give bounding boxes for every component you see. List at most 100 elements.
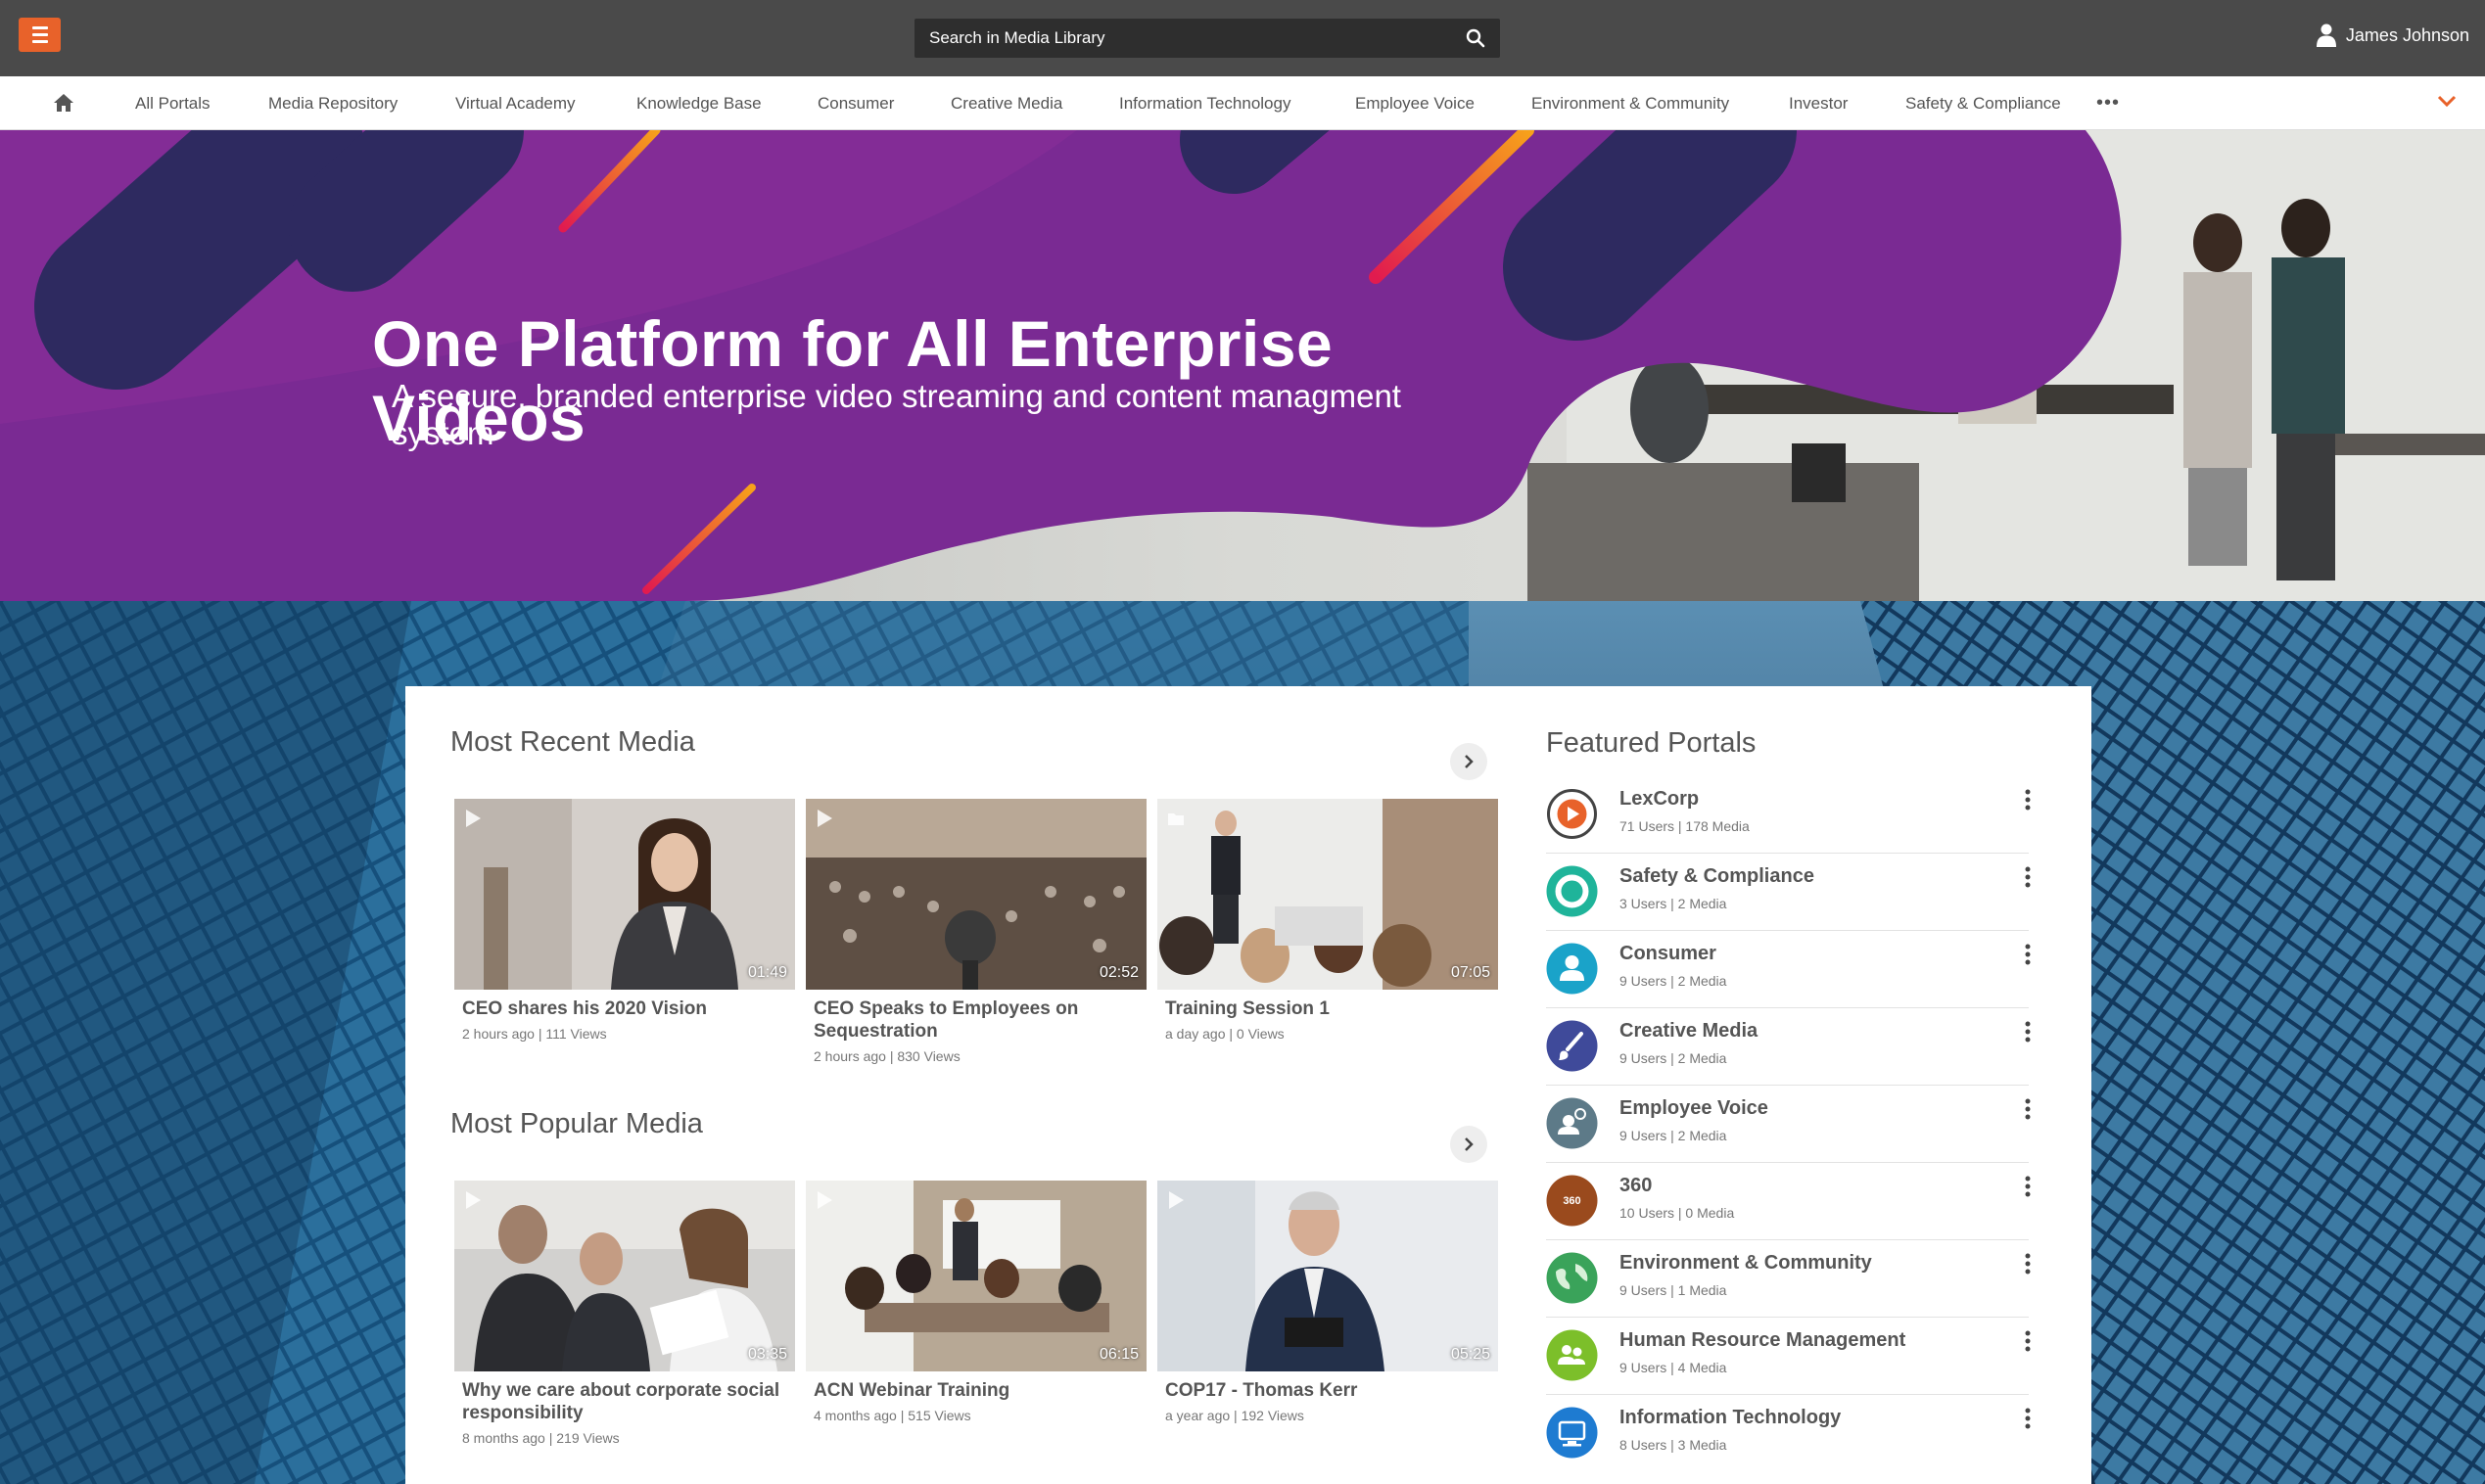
play-icon xyxy=(466,1191,481,1209)
media-card[interactable]: 03:35 Why we care about corporate social… xyxy=(454,1181,795,1446)
portal-item[interactable]: Safety & Compliance 3 Users | 2 Media xyxy=(1546,854,2032,931)
nav-item-all-portals[interactable]: All Portals xyxy=(135,76,211,130)
nav-item-media-repository[interactable]: Media Repository xyxy=(268,76,398,130)
nav-item-employee-voice[interactable]: Employee Voice xyxy=(1355,76,1475,130)
portal-name[interactable]: LexCorp xyxy=(1619,788,1699,811)
people-icon xyxy=(1546,1329,1598,1381)
media-thumbnail[interactable]: 02:52 xyxy=(806,799,1147,990)
media-title[interactable]: Why we care about corporate social respo… xyxy=(462,1379,787,1424)
user-menu[interactable]: James Johnson xyxy=(2316,23,2469,47)
media-title[interactable]: COP17 - Thomas Kerr xyxy=(1165,1379,1490,1402)
nav-item-creative-media[interactable]: Creative Media xyxy=(951,76,1062,130)
media-card[interactable]: 01:49 CEO shares his 2020 Vision 2 hours… xyxy=(454,799,795,1042)
more-vertical-icon[interactable] xyxy=(2024,1020,2032,1043)
portal-name[interactable]: Information Technology xyxy=(1619,1407,1841,1429)
hamburger-menu-button[interactable] xyxy=(19,18,61,52)
nav-item-safety-compliance[interactable]: Safety & Compliance xyxy=(1905,76,2061,130)
chevron-down-icon[interactable] xyxy=(2436,92,2458,110)
play-icon xyxy=(818,810,832,827)
media-title[interactable]: Training Session 1 xyxy=(1165,997,1490,1020)
portal-item[interactable]: Consumer 9 Users | 2 Media xyxy=(1546,931,2032,1008)
360-label: 360 xyxy=(1563,1195,1580,1207)
hero-banner: One Platform for All Enterprise Videos A… xyxy=(0,130,2485,601)
play-icon xyxy=(466,810,481,827)
more-vertical-icon[interactable] xyxy=(2024,788,2032,812)
media-thumbnail[interactable]: 03:35 xyxy=(454,1181,795,1371)
media-card[interactable]: 06:15 ACN Webinar Training 4 months ago … xyxy=(806,1181,1147,1423)
lexcorp-logo-icon xyxy=(1547,789,1597,839)
thumbnail-image xyxy=(806,799,1147,990)
most-recent-next-button[interactable] xyxy=(1450,743,1487,780)
portal-name[interactable]: 360 xyxy=(1619,1175,1652,1197)
search-input[interactable] xyxy=(914,19,1500,58)
media-meta: 2 hours ago | 111 Views xyxy=(462,1026,607,1042)
media-meta: a year ago | 192 Views xyxy=(1165,1408,1304,1423)
globe-icon xyxy=(1546,1252,1598,1304)
more-vertical-icon[interactable] xyxy=(2024,1175,2032,1198)
more-vertical-icon[interactable] xyxy=(2024,1329,2032,1353)
media-thumbnail[interactable]: 01:49 xyxy=(454,799,795,990)
media-thumbnail[interactable]: 05:25 xyxy=(1157,1181,1498,1371)
computer-icon xyxy=(1546,1407,1598,1459)
media-meta: a day ago | 0 Views xyxy=(1165,1026,1285,1042)
hero-subtitle: A secure, branded enterprise video strea… xyxy=(392,378,1401,451)
portal-meta: 9 Users | 2 Media xyxy=(1619,1128,1727,1143)
portal-name[interactable]: Environment & Community xyxy=(1619,1252,1872,1275)
nav-item-virtual-academy[interactable]: Virtual Academy xyxy=(455,76,576,130)
portal-name[interactable]: Employee Voice xyxy=(1619,1097,1768,1120)
employee-voice-icon xyxy=(1546,1097,1598,1149)
chevron-right-icon xyxy=(1465,1137,1474,1151)
portal-name[interactable]: Human Resource Management xyxy=(1619,1329,1905,1352)
main-panel: Most Recent Media 01:49 CEO shares his 2… xyxy=(405,686,2091,1484)
nav-item-knowledge-base[interactable]: Knowledge Base xyxy=(636,76,762,130)
nav-item-investor[interactable]: Investor xyxy=(1789,76,1848,130)
portal-meta: 10 Users | 0 Media xyxy=(1619,1205,1735,1221)
portal-meta: 8 Users | 3 Media xyxy=(1619,1437,1727,1453)
portal-name[interactable]: Consumer xyxy=(1619,943,1716,965)
more-vertical-icon[interactable] xyxy=(2024,943,2032,966)
search-box xyxy=(914,19,1500,58)
media-card[interactable]: 02:52 CEO Speaks to Employees on Sequest… xyxy=(806,799,1147,1064)
portal-item[interactable]: Employee Voice 9 Users | 2 Media xyxy=(1546,1086,2032,1163)
portal-meta: 9 Users | 2 Media xyxy=(1619,973,1727,989)
portal-item[interactable]: 360 360 10 Users | 0 Media xyxy=(1546,1163,2032,1240)
media-card[interactable]: 05:25 COP17 - Thomas Kerr a year ago | 1… xyxy=(1157,1181,1498,1423)
more-vertical-icon[interactable] xyxy=(2024,1252,2032,1275)
nav-item-consumer[interactable]: Consumer xyxy=(818,76,894,130)
nav-item-information-technology[interactable]: Information Technology xyxy=(1119,76,1290,130)
portal-item[interactable]: Environment & Community 9 Users | 1 Medi… xyxy=(1546,1240,2032,1318)
portal-name[interactable]: Creative Media xyxy=(1619,1020,1758,1043)
thumbnail-image xyxy=(454,799,795,990)
more-vertical-icon[interactable] xyxy=(2024,1097,2032,1121)
home-icon[interactable] xyxy=(53,93,74,113)
portal-item[interactable]: Creative Media 9 Users | 2 Media xyxy=(1546,1008,2032,1086)
lifebuoy-icon xyxy=(1546,865,1598,917)
more-vertical-icon[interactable] xyxy=(2024,1407,2032,1430)
thumbnail-image xyxy=(1157,1181,1498,1371)
media-card[interactable]: 07:05 Training Session 1 a day ago | 0 V… xyxy=(1157,799,1498,1042)
portal-meta: 9 Users | 4 Media xyxy=(1619,1360,1727,1375)
media-thumbnail[interactable]: 07:05 xyxy=(1157,799,1498,990)
brush-icon xyxy=(1546,1020,1598,1072)
most-popular-next-button[interactable] xyxy=(1450,1126,1487,1163)
more-vertical-icon[interactable] xyxy=(2024,865,2032,889)
portal-item[interactable]: LexCorp 71 Users | 178 Media xyxy=(1546,776,2032,854)
thumbnail-image xyxy=(454,1181,795,1371)
duration-label: 06:15 xyxy=(1099,1346,1139,1363)
search-icon[interactable] xyxy=(1466,28,1485,48)
nav-item-environment-community[interactable]: Environment & Community xyxy=(1531,76,1729,130)
media-meta: 4 months ago | 515 Views xyxy=(814,1408,971,1423)
nav-more-button[interactable]: ••• xyxy=(2096,92,2120,115)
portal-item[interactable]: Human Resource Management 9 Users | 4 Me… xyxy=(1546,1318,2032,1395)
duration-label: 03:35 xyxy=(747,1346,787,1363)
portal-nav: All Portals Media Repository Virtual Aca… xyxy=(0,76,2485,130)
portal-name[interactable]: Safety & Compliance xyxy=(1619,865,1814,888)
media-thumbnail[interactable]: 06:15 xyxy=(806,1181,1147,1371)
portal-meta: 71 Users | 178 Media xyxy=(1619,818,1750,834)
portal-item[interactable]: Information Technology 8 Users | 3 Media xyxy=(1546,1395,2032,1472)
media-title[interactable]: ACN Webinar Training xyxy=(814,1379,1139,1402)
duration-label: 01:49 xyxy=(747,964,787,981)
media-title[interactable]: CEO Speaks to Employees on Sequestration xyxy=(814,997,1139,1043)
media-title[interactable]: CEO shares his 2020 Vision xyxy=(462,997,787,1020)
duration-label: 02:52 xyxy=(1099,964,1139,981)
